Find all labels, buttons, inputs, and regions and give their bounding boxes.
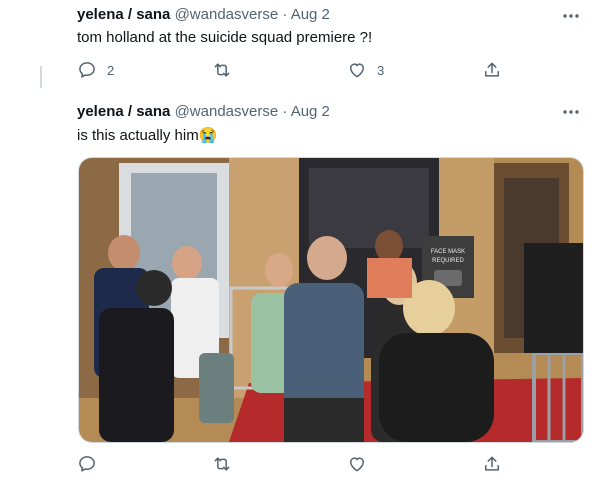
handle[interactable]: @wandasverse	[175, 103, 279, 120]
retweet-icon	[214, 63, 230, 77]
handle[interactable]: @wandasverse	[175, 6, 279, 23]
tweet-header: yelena / sana @wandasverse · Aug 2	[77, 6, 330, 23]
crying-emoji: 😭	[198, 127, 218, 144]
tweet-photo[interactable]: FACE MASK REQUIRED	[78, 157, 584, 443]
more-options-button[interactable]	[560, 102, 582, 122]
reply-icon	[79, 456, 95, 472]
separator: ·	[282, 103, 288, 120]
display-name[interactable]: yelena / sana	[77, 103, 170, 120]
sign-text-line-2: REQUIRED	[432, 258, 464, 264]
reply-button[interactable]	[77, 453, 97, 475]
more-horizontal-icon	[563, 14, 579, 18]
share-button[interactable]	[482, 59, 502, 81]
retweet-button[interactable]	[212, 59, 242, 81]
thread-connector-line	[40, 66, 42, 88]
reply-icon	[79, 62, 95, 78]
heart-icon	[350, 457, 364, 472]
like-button[interactable]: 3	[347, 59, 384, 81]
share-icon	[485, 456, 499, 471]
share-icon	[485, 62, 499, 77]
more-horizontal-icon	[563, 110, 579, 114]
tweet-actions	[77, 453, 507, 475]
separator: ·	[282, 6, 288, 23]
reply-count: 2	[107, 62, 115, 78]
heart-icon	[350, 63, 364, 78]
sign-text-line-1: FACE MASK	[431, 249, 465, 255]
tweet-text: is this actually him😭	[77, 126, 217, 144]
tweet-1[interactable]: yelena / sana @wandasverse · Aug 2 tom h…	[0, 0, 598, 92]
premiere-photo-illustration: FACE MASK REQUIRED	[79, 158, 583, 442]
reply-button[interactable]: 2	[77, 59, 114, 81]
share-button[interactable]	[482, 453, 502, 475]
tweet-date[interactable]: Aug 2	[291, 6, 330, 23]
like-count: 3	[377, 62, 385, 78]
tweet-header: yelena / sana @wandasverse · Aug 2	[77, 103, 330, 120]
tweet-date[interactable]: Aug 2	[291, 103, 330, 120]
tweet-actions: 2 3	[77, 59, 507, 81]
tweet-text-body: is this actually him	[77, 127, 199, 144]
like-button[interactable]	[347, 453, 367, 475]
retweet-icon	[214, 457, 230, 471]
retweet-button[interactable]	[212, 453, 232, 475]
tweet-text: tom holland at the suicide squad premier…	[77, 29, 373, 46]
display-name[interactable]: yelena / sana	[77, 6, 170, 23]
more-options-button[interactable]	[560, 6, 582, 26]
